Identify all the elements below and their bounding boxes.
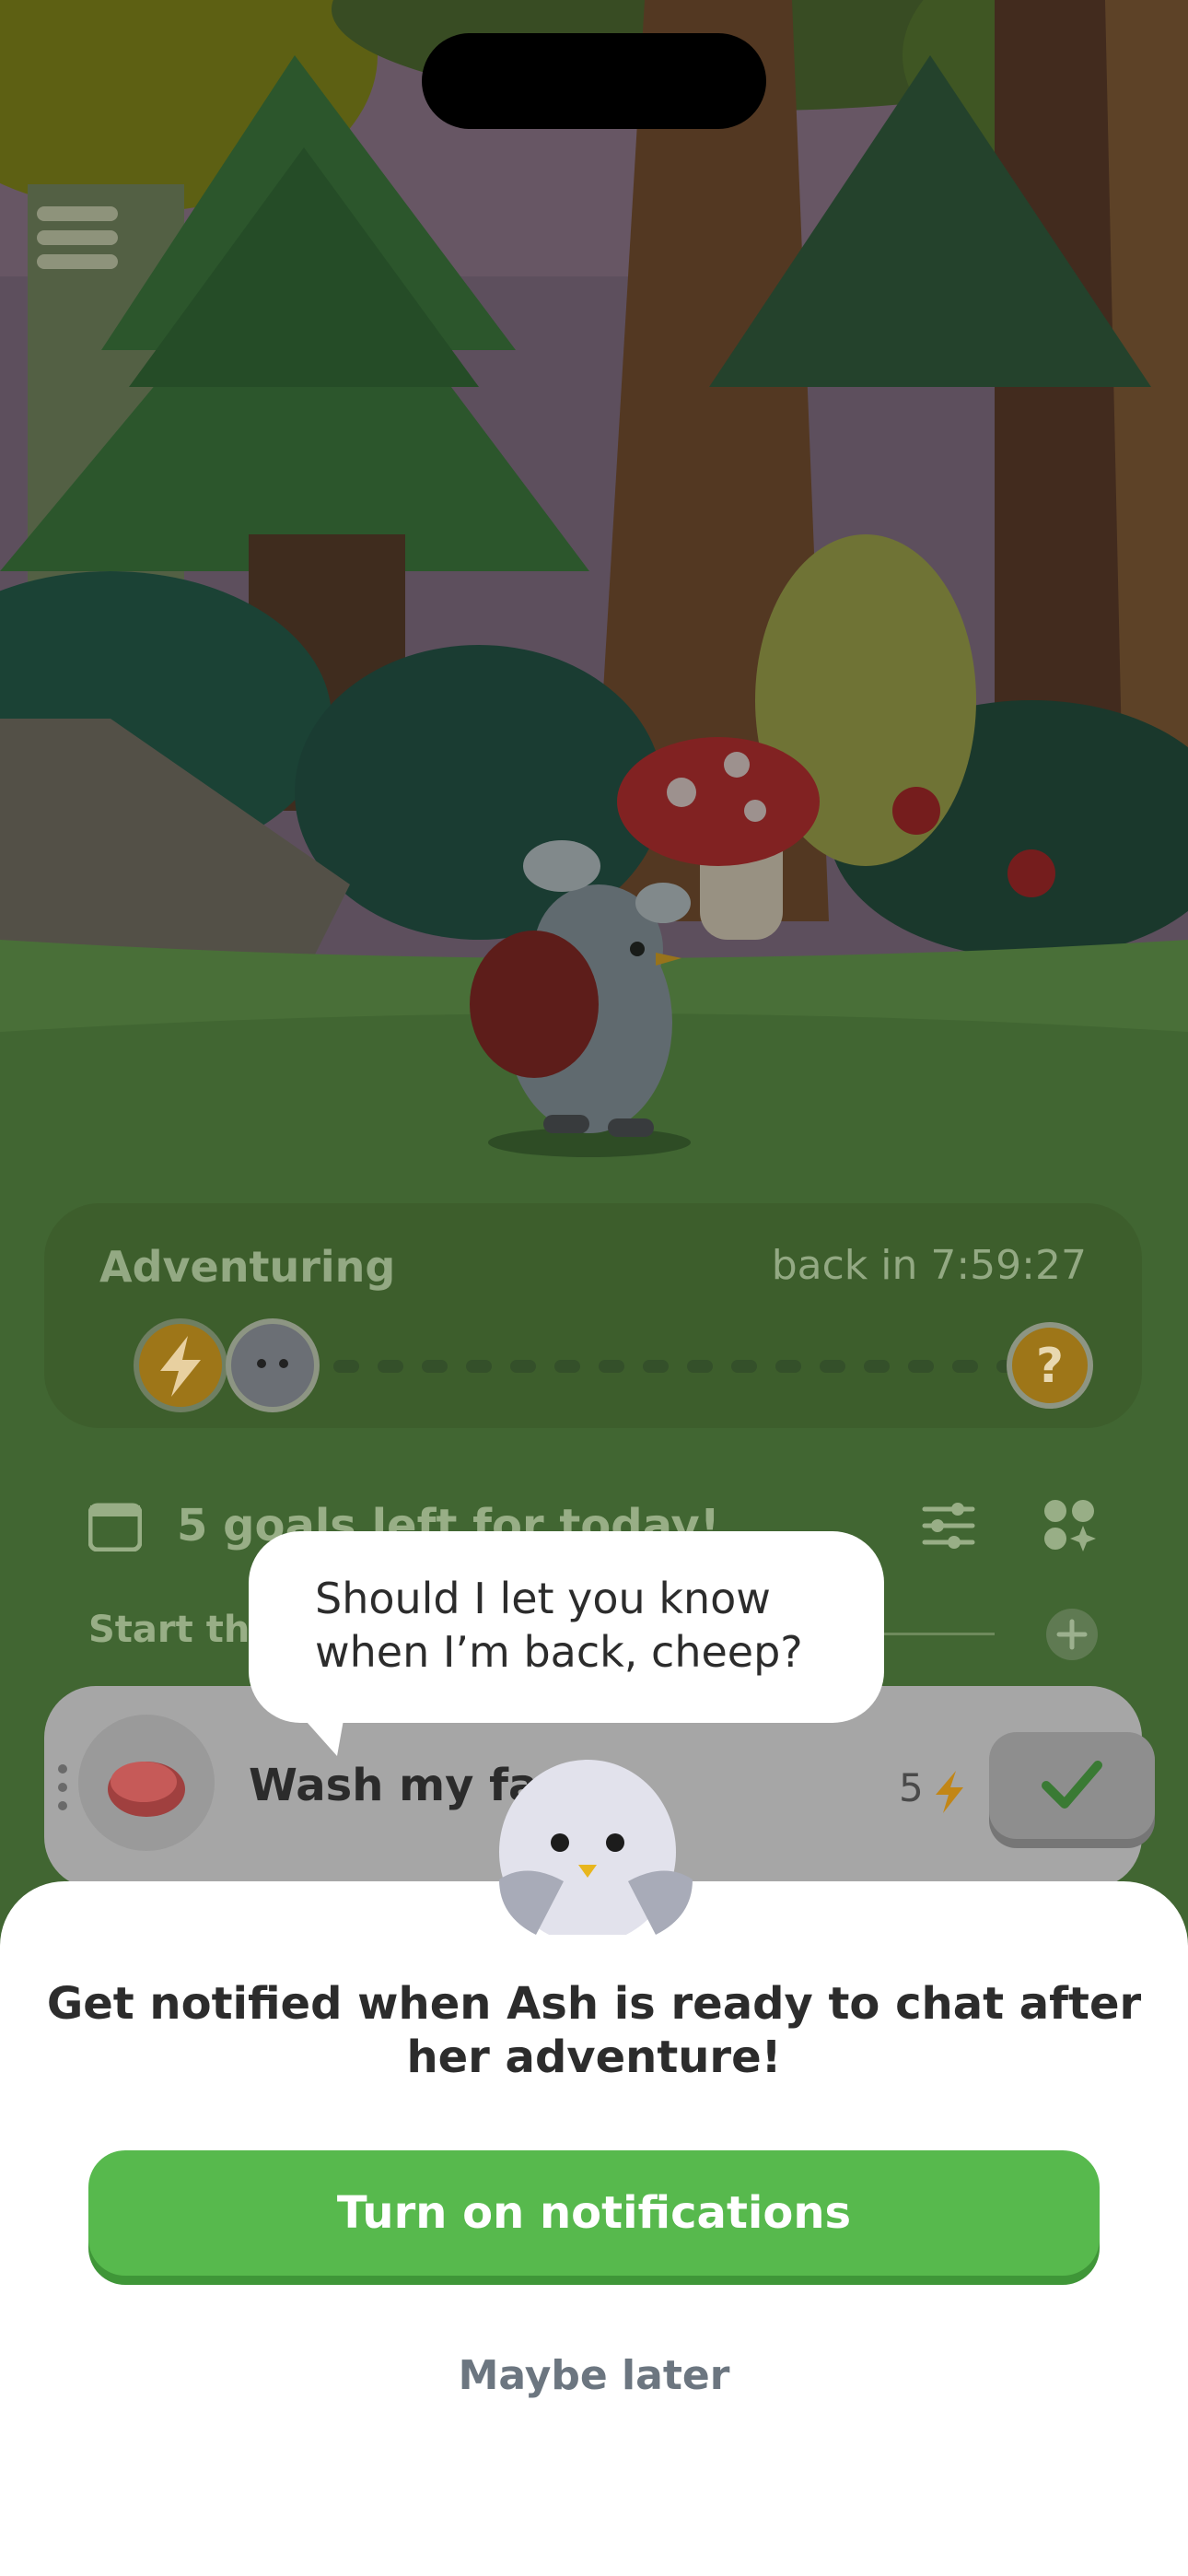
adventure-timer: back in 7:59:27	[771, 1242, 1087, 1289]
bubble-line-1: Should I let you know	[315, 1574, 771, 1623]
turn-on-notifications-button[interactable]: Turn on notifications	[88, 2150, 1100, 2276]
adventure-track: ?	[134, 1318, 1093, 1412]
speech-bubble-tail	[291, 1704, 346, 1756]
adventure-card: Adventuring back in 7:59:27 ?	[44, 1203, 1142, 1428]
adventure-title: Adventuring	[99, 1242, 396, 1292]
maybe-later-button[interactable]: Maybe later	[0, 2351, 1188, 2400]
energy-icon	[134, 1318, 227, 1412]
add-goal-icon[interactable]	[1044, 1607, 1100, 1662]
notification-sheet: Get notified when Ash is ready to chat a…	[0, 1881, 1188, 2576]
complete-task-button[interactable]	[989, 1732, 1155, 1839]
grid-sparkle-icon[interactable]	[1042, 1498, 1098, 1553]
chick-avatar-icon	[226, 1318, 320, 1412]
section-label: Start the	[88, 1609, 275, 1651]
bubble-line-2: when I’m back, cheep?	[315, 1627, 803, 1677]
drag-handle-icon[interactable]	[53, 1741, 72, 1833]
speech-bubble: Should I let you know when I’m back, che…	[249, 1531, 884, 1723]
soap-icon	[78, 1715, 215, 1851]
sheet-title: Get notified when Ash is ready to chat a…	[0, 1977, 1188, 2084]
chick-mascot-icon	[499, 1760, 693, 1935]
energy-points-icon	[936, 1771, 963, 1813]
checkmark-icon	[1042, 1761, 1102, 1809]
dynamic-island	[422, 33, 766, 129]
sheet-title-line-2: her adventure!	[406, 2032, 782, 2083]
filter-icon[interactable]	[921, 1502, 976, 1550]
task-points: 5	[899, 1765, 924, 1810]
calendar-icon[interactable]	[88, 1502, 142, 1551]
sheet-title-line-1: Get notified when Ash is ready to chat a…	[46, 1978, 1142, 2030]
mystery-icon: ?	[1007, 1322, 1093, 1409]
menu-icon[interactable]	[35, 205, 120, 271]
mystery-label: ?	[1036, 1339, 1064, 1394]
